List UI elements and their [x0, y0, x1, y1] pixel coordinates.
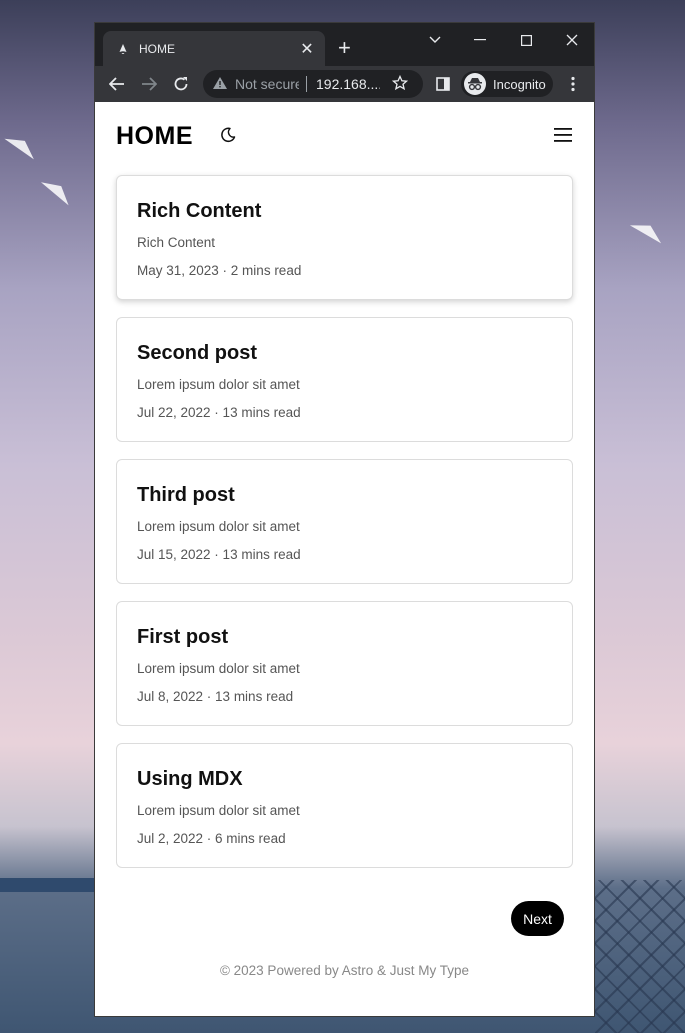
post-card[interactable]: Second post Lorem ipsum dolor sit amet J… [116, 317, 573, 442]
post-meta: Jul 8, 2022 · 13 mins read [137, 689, 294, 704]
post-title[interactable]: Rich Content [137, 200, 261, 223]
forward-arrow-icon[interactable] [139, 74, 159, 94]
post-card[interactable]: Third post Lorem ipsum dolor sit amet Ju… [116, 459, 573, 584]
kebab-menu-icon[interactable] [563, 74, 583, 94]
new-tab-icon[interactable]: + [338, 37, 351, 59]
post-title[interactable]: First post [137, 626, 228, 649]
warning-icon [213, 76, 227, 92]
browser-toolbar: Not secure 192.168.... Incognito [95, 66, 594, 102]
browser-window: HOME ✕ + Not secure 192.168.... Incognit… [94, 22, 595, 1017]
tab-title: HOME [139, 41, 175, 56]
hamburger-menu-icon[interactable] [553, 127, 573, 148]
title-bar: HOME ✕ + [95, 23, 594, 66]
maximize-icon[interactable] [516, 29, 536, 51]
post-meta: Jul 15, 2022 · 13 mins read [137, 547, 301, 562]
address-bar[interactable]: Not secure 192.168.... [203, 70, 423, 98]
post-description: Lorem ipsum dolor sit amet [137, 661, 300, 676]
post-description: Lorem ipsum dolor sit amet [137, 377, 300, 392]
incognito-icon [464, 73, 486, 95]
tab-close-icon[interactable]: ✕ [299, 39, 315, 59]
incognito-profile-button[interactable]: Incognito [461, 71, 553, 97]
security-status: Not secure [235, 76, 299, 92]
back-arrow-icon[interactable] [107, 74, 127, 94]
post-title[interactable]: Second post [137, 342, 257, 365]
side-panel-icon[interactable] [433, 74, 453, 94]
post-card[interactable]: Using MDX Lorem ipsum dolor sit amet Jul… [116, 743, 573, 868]
minimize-icon[interactable] [470, 29, 490, 51]
moon-icon[interactable] [220, 127, 236, 148]
site-title-link[interactable]: HOME [116, 122, 193, 151]
post-description: Rich Content [137, 235, 216, 250]
tab-search-icon[interactable] [425, 29, 445, 51]
chain-link-fence [595, 880, 685, 1033]
post-title[interactable]: Using MDX [137, 768, 243, 791]
post-meta: Jul 22, 2022 · 13 mins read [137, 405, 301, 420]
fence-rail [0, 878, 95, 892]
astro-favicon-icon [119, 43, 127, 54]
site-header: HOME [116, 122, 573, 152]
url-text: 192.168.... [316, 76, 380, 92]
incognito-label: Incognito [493, 76, 546, 92]
post-description: Lorem ipsum dolor sit amet [137, 803, 300, 818]
omnibox-divider [306, 76, 307, 92]
post-title[interactable]: Third post [137, 484, 235, 507]
bookmark-star-icon[interactable] [391, 74, 409, 94]
reload-icon[interactable] [171, 74, 191, 94]
post-description: Lorem ipsum dolor sit amet [137, 519, 300, 534]
page-content: HOME Rich Content Rich Content May 31, 2… [95, 102, 594, 1016]
post-card[interactable]: Rich Content Rich Content May 31, 2023 ·… [116, 175, 573, 300]
close-window-icon[interactable] [562, 29, 582, 51]
next-page-button[interactable]: Next [511, 901, 564, 936]
post-meta: Jul 2, 2022 · 6 mins read [137, 831, 286, 846]
browser-tab[interactable]: HOME ✕ [103, 31, 325, 66]
post-meta: May 31, 2023 · 2 mins read [137, 263, 302, 278]
post-card[interactable]: First post Lorem ipsum dolor sit amet Ju… [116, 601, 573, 726]
site-footer: © 2023 Powered by Astro & Just My Type [219, 963, 470, 978]
